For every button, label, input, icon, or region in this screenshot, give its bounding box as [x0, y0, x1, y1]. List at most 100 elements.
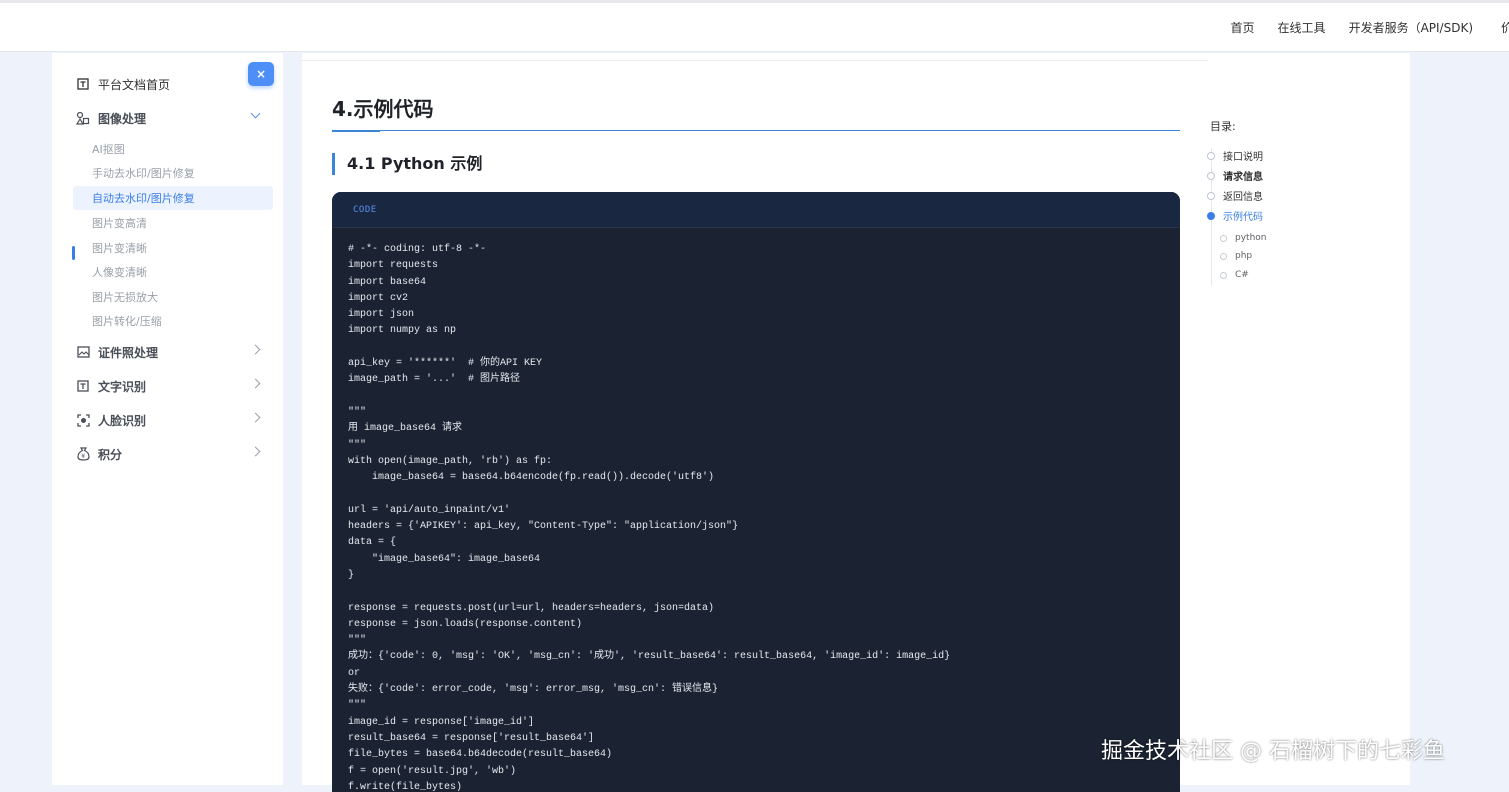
toc-item-sample-code[interactable]: 示例代码	[1207, 208, 1263, 223]
sidebar-item-label: 平台文档首页	[98, 77, 171, 92]
code-line: file_bytes = base64.b64decode(result_bas…	[348, 749, 613, 761]
toc-sub-php[interactable]: php	[1220, 251, 1252, 261]
code-line: url = 'api/auto_inpaint/v1'	[348, 504, 511, 516]
code-line: api_key = '******' # 你的API KEY	[348, 358, 543, 370]
code-line: 用 image_base64 请求	[348, 423, 463, 435]
sidebar-subitem-upscale[interactable]: 图片无损放大	[73, 285, 273, 309]
toc-dot-icon	[1207, 171, 1215, 180]
code-line: """	[348, 700, 367, 712]
subsection-title: 4.1 Python 示例	[332, 153, 482, 175]
code-language-label: CODE	[353, 204, 377, 215]
code-line: headers = {'APIKEY': api_key, "Content-T…	[348, 521, 739, 533]
code-line: import base64	[348, 276, 427, 288]
code-line: f = open('result.jpg', 'wb')	[348, 765, 517, 777]
toc-sub-label: C#	[1235, 270, 1249, 280]
chevron-down-icon	[250, 108, 261, 119]
sidebar-item-label: 图像处理	[98, 111, 147, 126]
image-icon	[76, 345, 90, 359]
code-line: import cv2	[348, 292, 409, 304]
watermark: 掘金技术社区 @ 石榴树下的七彩鱼	[1101, 739, 1445, 764]
sidebar-subitem-ai-cutout[interactable]: AI抠图	[73, 137, 273, 161]
code-line: result_base64 = response['result_base64'…	[348, 732, 595, 744]
toc-sub-label: php	[1235, 251, 1253, 261]
toc-sub-csharp[interactable]: C#	[1220, 270, 1249, 280]
chevron-right-icon	[250, 446, 261, 457]
code-line: image_id = response['image_id']	[348, 716, 535, 728]
toc-item-api-desc[interactable]: 接口说明	[1207, 148, 1263, 163]
top-nav-links: 首页 在线工具 开发者服务（API/SDK) 价	[1208, 3, 1509, 52]
code-block[interactable]: CODE # -*- coding: utf-8 -*- import reque…	[332, 192, 1180, 792]
code-line: with open(image_path, 'rb') as fp:	[348, 455, 553, 467]
code-line: 成功：{'code': 0, 'msg': 'OK', 'msg_cn': '成…	[348, 651, 951, 663]
chevron-right-icon	[250, 344, 261, 355]
toc-dot-icon	[1207, 151, 1215, 160]
code-line: "image_base64": image_base64	[348, 553, 541, 565]
table-of-contents: 目录: 接口说明 请求信息 返回信息 示例代码 python php C#	[1207, 118, 1330, 288]
text-icon	[76, 379, 90, 393]
toc-title: 目录:	[1210, 120, 1236, 133]
code-line: image_path = '...' # 图片路径	[348, 374, 521, 386]
code-block-header: CODE	[332, 192, 1180, 228]
toc-item-response[interactable]: 返回信息	[1207, 188, 1263, 203]
nav-dev-services[interactable]: 开发者服务（API/SDK)	[1349, 19, 1473, 36]
sidebar-subitem-sharpen[interactable]: 图片变清晰	[73, 236, 273, 260]
code-line: f.write(file_bytes)	[348, 781, 463, 792]
nav-pricing[interactable]: 价	[1501, 19, 1509, 36]
sidebar-subitem-auto-watermark[interactable]: 自动去水印/图片修复	[73, 186, 273, 210]
code-line: import numpy as np	[348, 325, 457, 337]
code-line: response = json.loads(response.content)	[348, 618, 583, 630]
section-title-underline	[332, 130, 1180, 132]
sidebar-item-label: 人脸识别	[98, 413, 147, 428]
sidebar-subitem-manual-watermark[interactable]: 手动去水印/图片修复	[73, 161, 273, 185]
divider	[302, 60, 1208, 61]
sidebar-item-face[interactable]: 人脸识别	[52, 407, 283, 433]
face-scan-icon	[76, 413, 90, 427]
toc-dot-icon	[1220, 234, 1227, 242]
sidebar-item-image-processing[interactable]: 图像处理	[52, 105, 283, 131]
sidebar-item-id-photo[interactable]: 证件照处理	[52, 339, 283, 365]
code-line: or	[348, 667, 361, 679]
toc-dot-icon	[1220, 252, 1227, 260]
sidebar-subitem-hd[interactable]: 图片变高清	[73, 211, 273, 235]
toc-item-label: 请求信息	[1223, 172, 1263, 183]
code-line: response = requests.post(url=url, header…	[348, 602, 715, 614]
sidebar-item-ocr[interactable]: 文字识别	[52, 373, 283, 399]
toc-item-request[interactable]: 请求信息	[1207, 168, 1263, 183]
top-navbar: 首页 在线工具 开发者服务（API/SDK) 价	[0, 0, 1509, 52]
nav-online-tools[interactable]: 在线工具	[1278, 19, 1326, 36]
sidebar-subitem-convert[interactable]: 图片转化/压缩	[73, 309, 273, 333]
code-line: # -*- coding: utf-8 -*-	[348, 244, 487, 255]
chevron-right-icon	[250, 412, 261, 423]
code-line: """	[348, 406, 367, 418]
svg-text:¥: ¥	[81, 453, 85, 460]
toc-item-label: 示例代码	[1223, 212, 1263, 223]
code-line: import json	[348, 309, 415, 321]
document-icon	[76, 77, 90, 91]
toc-dot-icon	[1207, 191, 1215, 200]
sidebar-item-label: 证件照处理	[98, 345, 159, 360]
sidebar-item-points[interactable]: ¥ 积分	[52, 441, 283, 467]
toc-dot-icon	[1207, 211, 1215, 220]
toc-sub-label: python	[1235, 233, 1267, 243]
sidebar-item-label: 文字识别	[98, 379, 147, 394]
money-bag-icon: ¥	[76, 447, 90, 461]
sidebar-item-docs-home[interactable]: 平台文档首页	[52, 71, 283, 97]
sidebar-item-label: 积分	[98, 447, 123, 462]
code-content[interactable]: # -*- coding: utf-8 -*- import requests im…	[348, 242, 950, 792]
shapes-icon	[76, 111, 90, 125]
code-line: 失败：{'code': error_code, 'msg': error_msg…	[348, 684, 719, 696]
code-line: image_base64 = base64.b64encode(fp.read(…	[348, 472, 715, 484]
code-line: """	[348, 439, 367, 451]
toc-sub-python[interactable]: python	[1220, 233, 1266, 243]
code-line: data = {	[348, 537, 397, 549]
docs-sidebar: × 平台文档首页 图像处理 AI抠图 手动去水印/图片修复 自动去水印/图片修复…	[52, 53, 283, 785]
nav-home[interactable]: 首页	[1231, 19, 1255, 36]
sidebar-subitem-portrait[interactable]: 人像变清晰	[73, 260, 273, 284]
section-title: 4.示例代码	[332, 97, 434, 121]
toc-item-label: 接口说明	[1223, 152, 1263, 163]
code-line: """	[348, 635, 367, 647]
